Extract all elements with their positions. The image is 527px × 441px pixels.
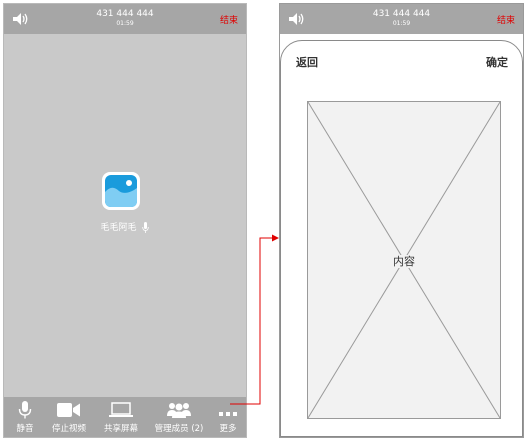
- arrowhead-icon: [272, 234, 279, 242]
- flow-arrow: [230, 234, 279, 405]
